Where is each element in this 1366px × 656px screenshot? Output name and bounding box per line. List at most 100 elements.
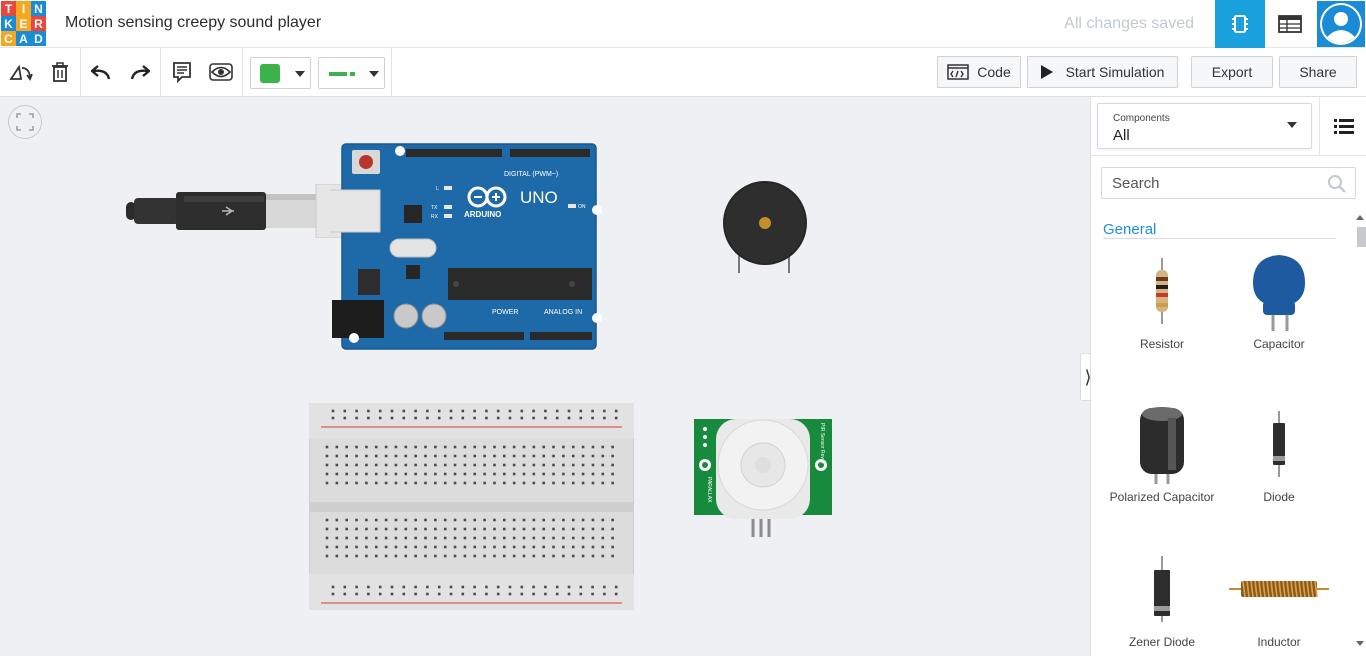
arduino-digital-label: DIGITAL (PWM~) (504, 171, 558, 178)
arduino-tx-label: TX (431, 205, 438, 211)
wire-style-icon (329, 72, 355, 76)
component-name: Zener Diode (1128, 635, 1196, 649)
redo-icon (130, 65, 151, 80)
arduino-on-label: ON (578, 204, 586, 210)
toolbar-separator (242, 48, 243, 96)
wire-type-dropdown[interactable] (318, 57, 385, 89)
code-button-label: Code (977, 64, 1011, 80)
chevron-down-icon (369, 71, 379, 77)
logo-letter: D (31, 31, 46, 46)
component-name: Inductor (1257, 635, 1301, 649)
rotate-button[interactable] (8, 59, 34, 85)
list-view-button[interactable] (1319, 97, 1366, 155)
circuit-canvas[interactable]: UNO ARDUINO DIGITAL (PWM~) ON L TX RX PO… (0, 97, 1090, 656)
user-icon (1320, 3, 1362, 45)
start-simulation-button[interactable]: Start Simulation (1027, 56, 1178, 88)
schematic-view-button[interactable] (1265, 0, 1315, 48)
arduino-rx-label: RX (431, 214, 439, 220)
logo-letter: C (1, 31, 16, 46)
components-select-label: Components (1113, 113, 1170, 124)
components-panel: Components All General (1090, 97, 1366, 656)
code-icon (947, 64, 970, 80)
pir-label-left: PARALLAX (706, 477, 712, 503)
component-inductor[interactable]: Inductor (1224, 547, 1334, 649)
panel-divider (1091, 155, 1366, 156)
chevron-down-icon (295, 71, 305, 77)
inductor-icon (1229, 580, 1329, 598)
tinkercad-app: TINKERCAD Motion sensing creepy sound pl… (0, 0, 1366, 656)
logo-letter: N (31, 1, 46, 16)
zoom-to-fit-button[interactable] (8, 105, 42, 139)
chevron-down-icon (1287, 122, 1297, 128)
redo-button[interactable] (127, 59, 153, 85)
logo-letter: K (1, 16, 16, 31)
logo-letter: R (31, 16, 46, 31)
fill-color-swatch (260, 64, 280, 83)
arduino-uno-board[interactable]: UNO ARDUINO DIGITAL (PWM~) ON L TX RX PO… (330, 142, 606, 352)
scroll-thumb[interactable] (1357, 227, 1366, 247)
component-diode[interactable]: Diode (1224, 402, 1334, 504)
logo-letter: E (16, 16, 31, 31)
export-button-label: Export (1211, 64, 1253, 80)
eye-icon (209, 63, 233, 81)
component-polarized-capacitor[interactable]: Polarized Capacitor (1107, 402, 1217, 504)
scroll-down-arrow[interactable] (1356, 641, 1364, 646)
component-zener-diode[interactable]: Zener Diode (1107, 547, 1217, 649)
arduino-brand-label: ARDUINO (464, 210, 501, 219)
toolbar-separator (391, 48, 392, 96)
component-search-input[interactable] (1102, 168, 1322, 198)
note-icon (173, 62, 191, 83)
share-button-label: Share (1299, 64, 1337, 80)
logo-letter: T (1, 1, 16, 16)
fit-view-icon (16, 113, 34, 131)
polarized-capacitor-icon (1140, 407, 1184, 484)
arduino-analog-label: ANALOG IN (544, 309, 582, 316)
pir-label-right: PIR Sensor Rev B (819, 423, 825, 464)
editor-toolbar: Code Start Simulation Export Share (0, 48, 1366, 97)
arduino-l-label: L (436, 186, 439, 192)
breadboard[interactable] (309, 403, 634, 610)
share-button[interactable]: Share (1279, 56, 1357, 88)
component-name: Diode (1263, 490, 1295, 504)
top-header: TINKERCAD Motion sensing creepy sound pl… (0, 0, 1366, 48)
user-avatar[interactable] (1317, 1, 1365, 47)
scroll-up-arrow[interactable] (1356, 215, 1364, 220)
component-name: Resistor (1139, 337, 1184, 351)
trash-icon (52, 62, 68, 82)
arduino-power-label: POWER (492, 309, 518, 316)
notes-button[interactable] (169, 59, 195, 85)
components-category-select[interactable]: Components All (1097, 103, 1312, 149)
search-icon (1328, 175, 1346, 193)
component-resistor[interactable]: Resistor (1107, 249, 1217, 351)
capacitor-icon (1253, 255, 1305, 331)
code-button[interactable]: Code (937, 56, 1021, 88)
component-capacitor[interactable]: Capacitor (1224, 249, 1334, 351)
pir-motion-sensor[interactable]: PARALLAX PIR Sensor Rev B (694, 419, 832, 539)
visibility-button[interactable] (208, 59, 234, 85)
export-button[interactable]: Export (1191, 56, 1273, 88)
toolbar-separator (160, 48, 161, 96)
undo-button[interactable] (88, 59, 114, 85)
component-name: Capacitor (1253, 337, 1305, 351)
components-select-value: All (1113, 127, 1130, 144)
undo-icon (90, 65, 111, 80)
zener-diode-icon (1154, 556, 1170, 622)
logo-letter: I (16, 1, 31, 16)
arduino-model-label: UNO (520, 188, 558, 207)
component-name: Polarized Capacitor (1109, 490, 1215, 504)
chip-icon (1232, 15, 1248, 33)
panel-scrollbar[interactable] (1353, 211, 1366, 653)
category-heading: General (1103, 221, 1157, 238)
toolbar-separator (80, 48, 81, 96)
circuit-view-button[interactable] (1215, 0, 1265, 48)
project-title[interactable]: Motion sensing creepy sound player (65, 14, 321, 32)
save-status: All changes saved (1064, 15, 1194, 32)
fill-color-dropdown[interactable] (250, 57, 311, 89)
component-search[interactable] (1101, 167, 1356, 199)
tinkercad-logo[interactable]: TINKERCAD (0, 0, 48, 48)
start-simulation-label: Start Simulation (1065, 64, 1165, 80)
delete-button[interactable] (47, 59, 73, 85)
piezo-buzzer[interactable] (722, 181, 808, 273)
play-icon (1040, 65, 1053, 79)
table-icon (1278, 15, 1302, 33)
